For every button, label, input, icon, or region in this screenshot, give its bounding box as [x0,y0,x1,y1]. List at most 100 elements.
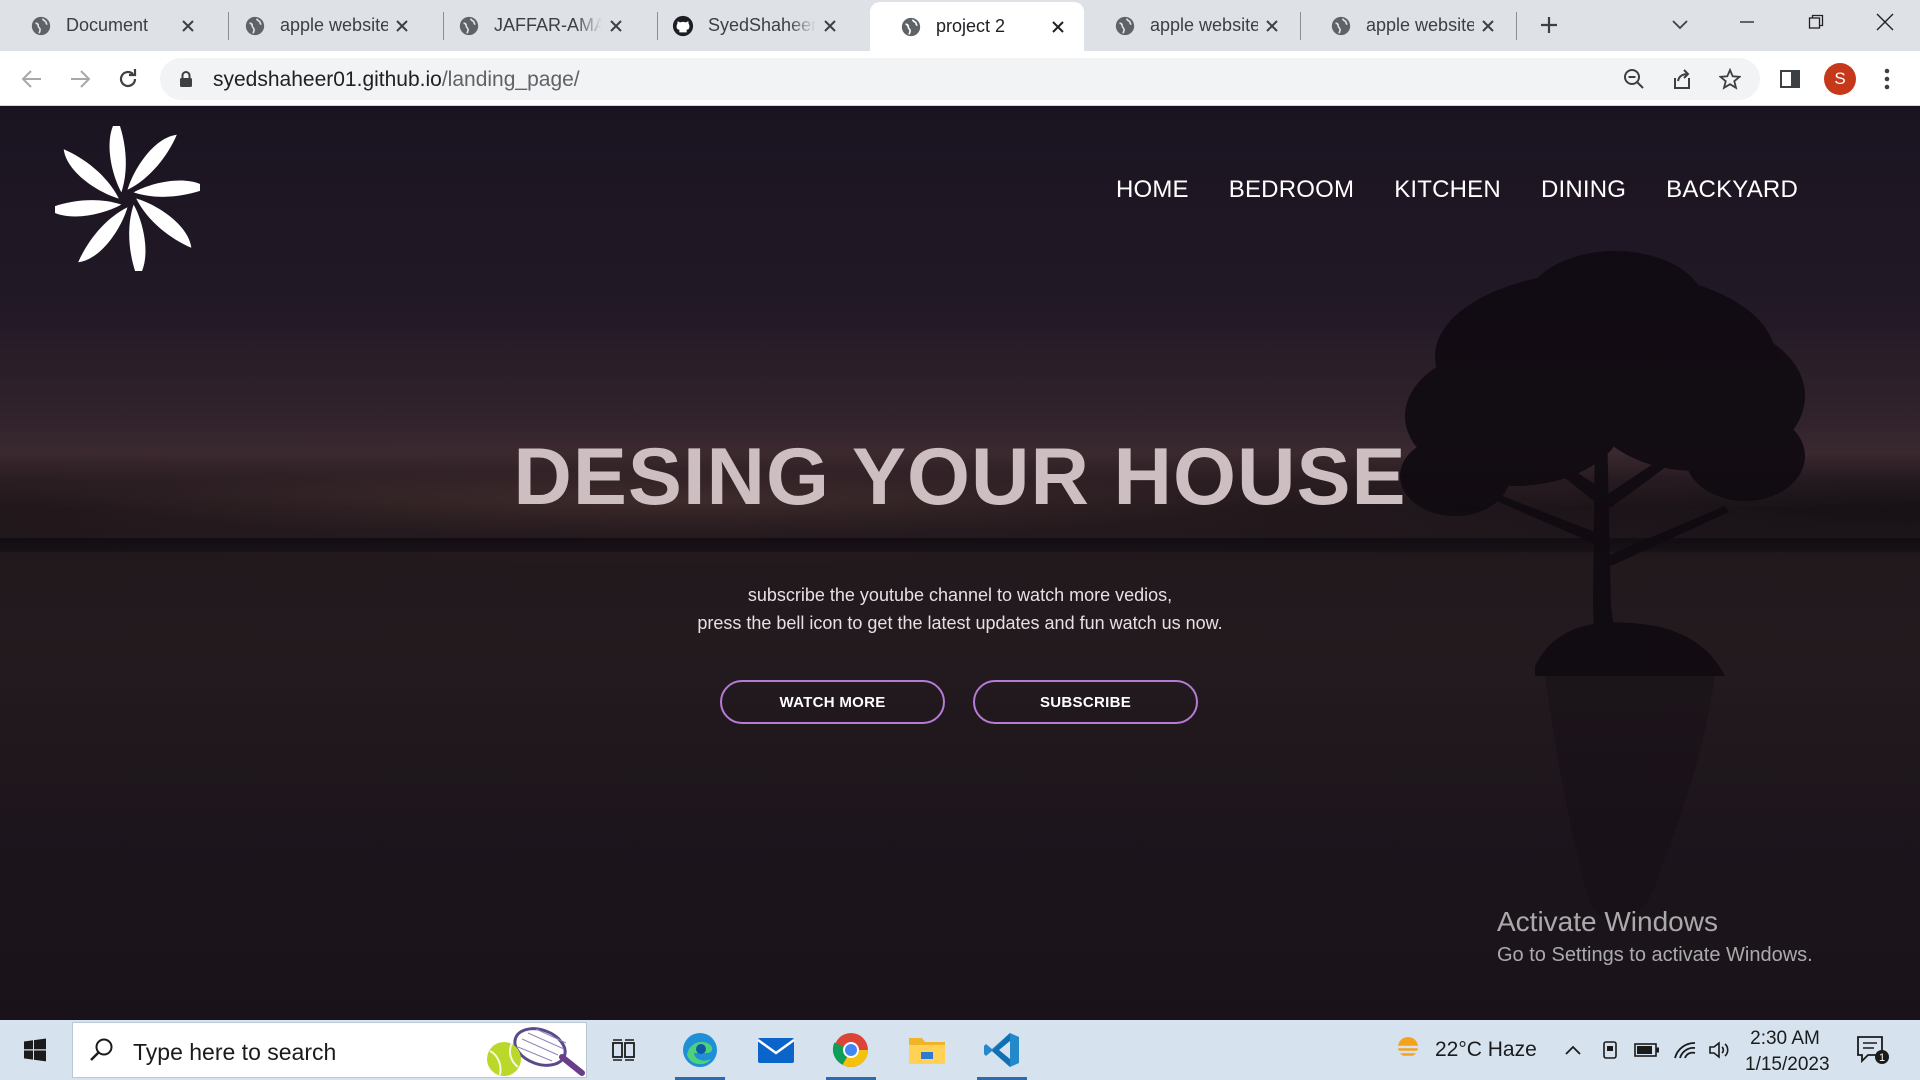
tab-apple-website-1[interactable]: apple website [214,0,428,51]
reload-button[interactable] [112,63,144,95]
device-tray-button[interactable] [1595,1020,1625,1080]
taskbar-vscode[interactable] [971,1020,1033,1080]
nav-bedroom[interactable]: BEDROOM [1229,176,1354,204]
start-button[interactable] [0,1020,70,1080]
windows-logo-icon [24,1038,46,1062]
address-bar[interactable]: syedshaheer01.github.io/landing_page/ [160,58,1760,100]
close-icon[interactable] [602,12,630,40]
new-tab-button[interactable] [1534,10,1564,40]
tab-apple-website-2[interactable]: apple website [1084,0,1298,51]
system-clock[interactable]: 2:30 AM 1/15/2023 [1745,1026,1830,1078]
show-hidden-icons-button[interactable] [1558,1020,1588,1080]
zoom-out-icon [1624,69,1644,89]
clock-time: 2:30 AM [1750,1028,1820,1049]
device-icon [1603,1041,1617,1059]
nav-backyard[interactable]: BACKYARD [1666,176,1798,204]
mail-icon [757,1038,795,1063]
bookmark-button[interactable] [1714,63,1746,95]
tab-strip: Document apple website JAFFAR-AMAN SyedS… [0,0,1920,51]
haze-weather-icon [1393,1037,1423,1059]
battery-icon [1634,1043,1659,1057]
share-button[interactable] [1666,63,1698,95]
tab-separator [1516,12,1517,40]
lock-icon[interactable] [178,70,194,88]
taskbar-file-explorer[interactable] [896,1020,958,1080]
close-icon[interactable] [174,12,202,40]
nav-home[interactable]: HOME [1116,176,1189,204]
windows-taskbar: Type here to search 22°C Haze 2:30 AM 1/… [0,1020,1920,1080]
close-icon[interactable] [816,12,844,40]
nav-dining[interactable]: DINING [1541,176,1626,204]
taskbar-search-box[interactable]: Type here to search [72,1022,587,1078]
tab-project-2[interactable]: project 2 [870,2,1084,51]
hero-title: DESING YOUR HOUSE [513,432,1407,522]
hero-subtitle: subscribe the youtube channel to watch m… [0,581,1920,637]
weather-widget[interactable] [1388,1020,1428,1080]
pinwheel-logo-icon[interactable] [55,126,200,271]
chrome-icon [832,1033,868,1067]
tab-jaffar-aman[interactable]: JAFFAR-AMAN [428,0,642,51]
url-path: /landing_page/ [441,68,580,91]
arrow-right-icon [71,70,91,88]
more-vert-icon [1884,68,1890,90]
tab-document[interactable]: Document [0,0,214,51]
subscribe-button[interactable]: SUBSCRIBE [973,680,1198,724]
battery-button[interactable] [1632,1020,1662,1080]
speaker-icon [1709,1041,1729,1059]
reload-icon [119,69,137,88]
globe-icon [245,16,265,35]
tab-apple-website-3[interactable]: apple website [1300,0,1514,51]
notification-center-icon[interactable]: 1 [1856,1035,1890,1065]
task-view-button[interactable] [593,1020,655,1080]
menu-button[interactable] [1871,63,1903,95]
clock-date: 1/15/2023 [1745,1054,1830,1075]
taskbar-chrome[interactable] [820,1020,882,1080]
minimize-button[interactable] [1712,0,1782,44]
share-icon [1674,69,1690,89]
edge-icon [683,1033,717,1067]
chevron-down-icon [1672,20,1688,30]
tab-github[interactable]: SyedShaheer01 [642,0,856,51]
zoom-button[interactable] [1618,63,1650,95]
globe-icon [31,16,51,35]
search-icon [90,1038,113,1061]
taskbar-edge[interactable] [669,1020,731,1080]
tab-label: SyedShaheer01 [708,15,816,35]
restore-button[interactable] [1781,0,1851,44]
tab-search-button[interactable] [1665,10,1695,40]
close-icon[interactable] [1044,13,1072,41]
globe-icon [1115,16,1135,35]
tab-label: apple website [1150,15,1258,35]
page-viewport: HOME BEDROOM KITCHEN DINING BACKYARD DES… [0,106,1920,1020]
url-text[interactable]: syedshaheer01.github.io/landing_page/ [213,68,580,92]
side-panel-button[interactable] [1774,63,1806,95]
network-button[interactable] [1670,1020,1700,1080]
back-button[interactable] [16,63,48,95]
main-nav: HOME BEDROOM KITCHEN DINING BACKYARD [1116,176,1798,204]
forward-button[interactable] [64,63,96,95]
profile-avatar[interactable]: S [1824,63,1856,95]
close-icon [1876,13,1894,31]
volume-button[interactable] [1705,1020,1735,1080]
close-icon[interactable] [388,12,416,40]
tab-label: project 2 [936,16,1006,36]
tab-label: apple website [1366,15,1474,35]
close-window-button[interactable] [1850,0,1920,44]
tab-label: JAFFAR-AMAN [494,15,602,35]
taskbar-mail[interactable] [745,1020,807,1080]
close-icon[interactable] [1474,12,1502,40]
close-icon[interactable] [1258,12,1286,40]
weather-text[interactable]: 22°C Haze [1435,1038,1537,1062]
activate-windows-watermark: Activate Windows Go to Settings to activ… [1497,906,1813,967]
dark-overlay [0,106,1920,1020]
watch-more-button[interactable]: WATCH MORE [720,680,945,724]
browser-toolbar: syedshaheer01.github.io/landing_page/ S [0,51,1920,106]
plus-icon [1541,17,1557,33]
hero-subtitle-line-1: subscribe the youtube channel to watch m… [747,585,1173,605]
nav-kitchen[interactable]: KITCHEN [1394,176,1501,204]
hero-buttons: WATCH MORE SUBSCRIBE [720,680,1198,724]
notification-count: 1 [1879,1052,1885,1064]
tab-label: apple website [280,15,388,35]
wifi-icon [1674,1042,1696,1059]
activate-windows-hint: Go to Settings to activate Windows. [1497,944,1813,966]
